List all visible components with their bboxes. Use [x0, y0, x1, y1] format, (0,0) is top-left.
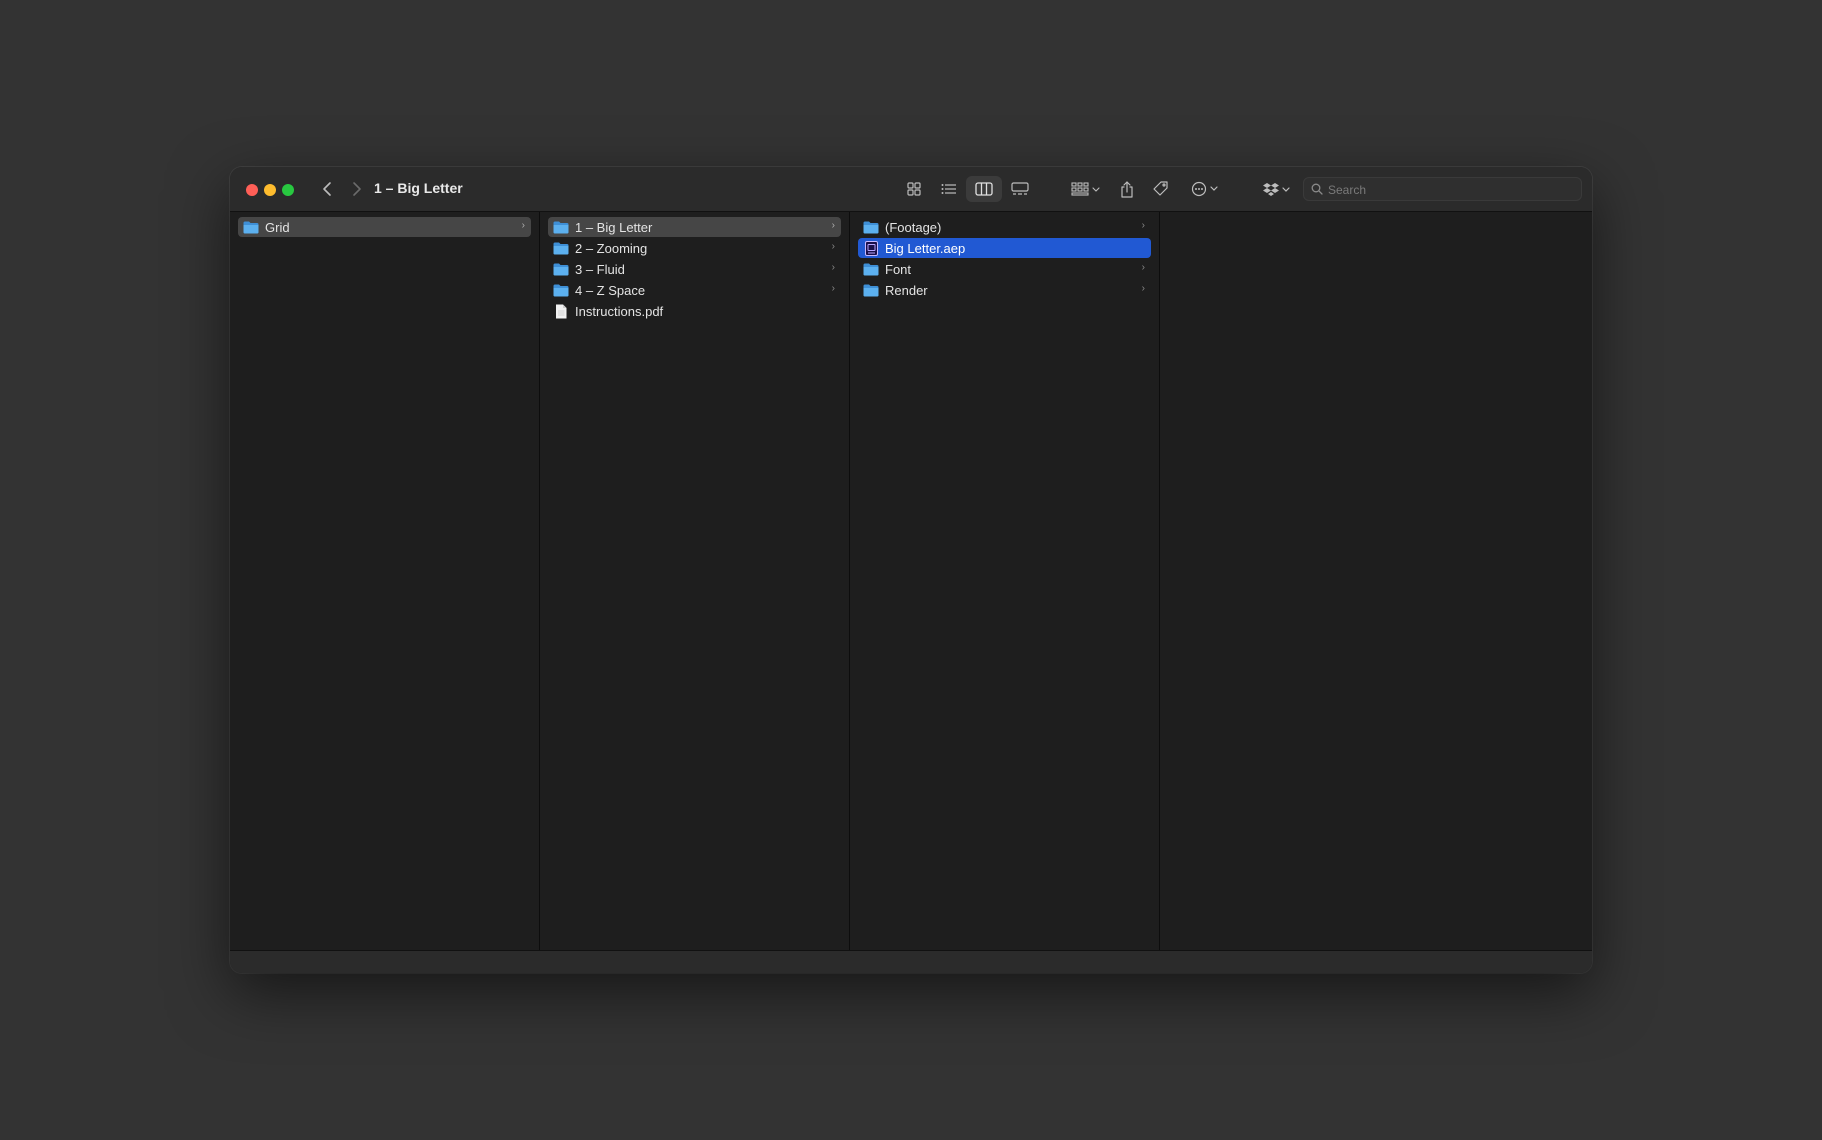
item-label: Render [885, 282, 928, 298]
item-label: Font [885, 261, 912, 277]
search-field[interactable] [1303, 177, 1582, 201]
folder-icon [553, 262, 569, 276]
more-actions-button[interactable] [1188, 176, 1222, 202]
list-item-grid[interactable]: Grid › [238, 217, 531, 237]
chevron-right-icon: › [831, 220, 835, 231]
item-label: Big Letter.aep [885, 240, 966, 256]
group-icon [1071, 182, 1100, 196]
item-label: Grid [265, 219, 290, 235]
item-label: 3 – Fluid [575, 261, 625, 277]
zoom-window-button[interactable] [282, 184, 294, 196]
preview-column [1160, 212, 1592, 951]
chevron-right-icon: › [521, 220, 525, 231]
chevron-right-icon [353, 182, 361, 196]
finder-window: 1 – Big Letter Search Grid › 1 – Big Let… [230, 167, 1592, 973]
item-label: 1 – Big Letter [575, 219, 653, 235]
column-1[interactable]: Grid › [230, 212, 540, 951]
window-title: 1 – Big Letter [374, 180, 463, 196]
folder-icon [553, 220, 569, 234]
gallery-view-button[interactable] [1005, 176, 1035, 202]
list-view-button[interactable] [935, 176, 963, 202]
list-item-render[interactable]: Render › [858, 280, 1151, 300]
share-icon [1121, 180, 1133, 198]
group-button[interactable] [1068, 176, 1104, 202]
column-view-button[interactable] [966, 176, 1002, 202]
folder-icon [863, 283, 879, 297]
chevron-right-icon: › [1141, 283, 1145, 294]
back-button[interactable] [316, 178, 338, 200]
list-item-2-zooming[interactable]: 2 – Zooming › [548, 238, 841, 258]
chevron-right-icon: › [831, 283, 835, 294]
chevron-right-icon: › [831, 262, 835, 273]
item-label: (Footage) [885, 219, 942, 235]
list-item-1-big-letter[interactable]: 1 – Big Letter › [548, 217, 841, 237]
folder-icon [863, 262, 879, 276]
chevron-right-icon: › [1141, 262, 1145, 273]
list-item-3-fluid[interactable]: 3 – Fluid › [548, 259, 841, 279]
list-item-footage[interactable]: (Footage) › [858, 217, 1151, 237]
folder-icon [863, 220, 879, 234]
icon-view-icon [907, 182, 921, 196]
more-icon [1191, 181, 1218, 197]
list-item-4-z-space[interactable]: 4 – Z Space › [548, 280, 841, 300]
document-icon [553, 304, 569, 318]
chevron-left-icon [323, 182, 331, 196]
close-window-button[interactable] [246, 184, 258, 196]
share-button[interactable] [1114, 176, 1140, 202]
dropbox-icon [1263, 183, 1290, 196]
forward-button[interactable] [346, 178, 368, 200]
status-bar [230, 950, 1592, 973]
list-item-big-letter-aep[interactable]: Big Letter.aep [858, 238, 1151, 258]
list-item-instructions-pdf[interactable]: Instructions.pdf [548, 301, 841, 321]
list-view-icon [941, 184, 956, 194]
column-browser: Grid › 1 – Big Letter › 2 – Zooming › 3 … [230, 212, 1592, 951]
minimize-window-button[interactable] [264, 184, 276, 196]
folder-icon [243, 220, 259, 234]
folder-icon [553, 283, 569, 297]
tag-icon [1153, 181, 1168, 196]
toolbar: 1 – Big Letter [230, 167, 1592, 212]
gallery-view-icon [1011, 182, 1029, 195]
dropbox-button[interactable] [1260, 176, 1294, 202]
search-input[interactable] [1326, 180, 1570, 200]
chevron-right-icon: › [831, 241, 835, 252]
column-view-icon [975, 182, 993, 196]
list-item-font[interactable]: Font › [858, 259, 1151, 279]
column-3[interactable]: (Footage) › Big Letter.aep Font › Render… [850, 212, 1160, 951]
after-effects-file-icon [863, 240, 879, 256]
column-2[interactable]: 1 – Big Letter › 2 – Zooming › 3 – Fluid… [540, 212, 850, 951]
chevron-right-icon: › [1141, 220, 1145, 231]
item-label: Instructions.pdf [575, 303, 664, 319]
search-icon [1311, 183, 1323, 195]
item-label: 4 – Z Space [575, 282, 646, 298]
tag-button[interactable] [1148, 176, 1174, 202]
item-label: 2 – Zooming [575, 240, 648, 256]
icon-view-button[interactable] [900, 176, 928, 202]
folder-icon [553, 241, 569, 255]
